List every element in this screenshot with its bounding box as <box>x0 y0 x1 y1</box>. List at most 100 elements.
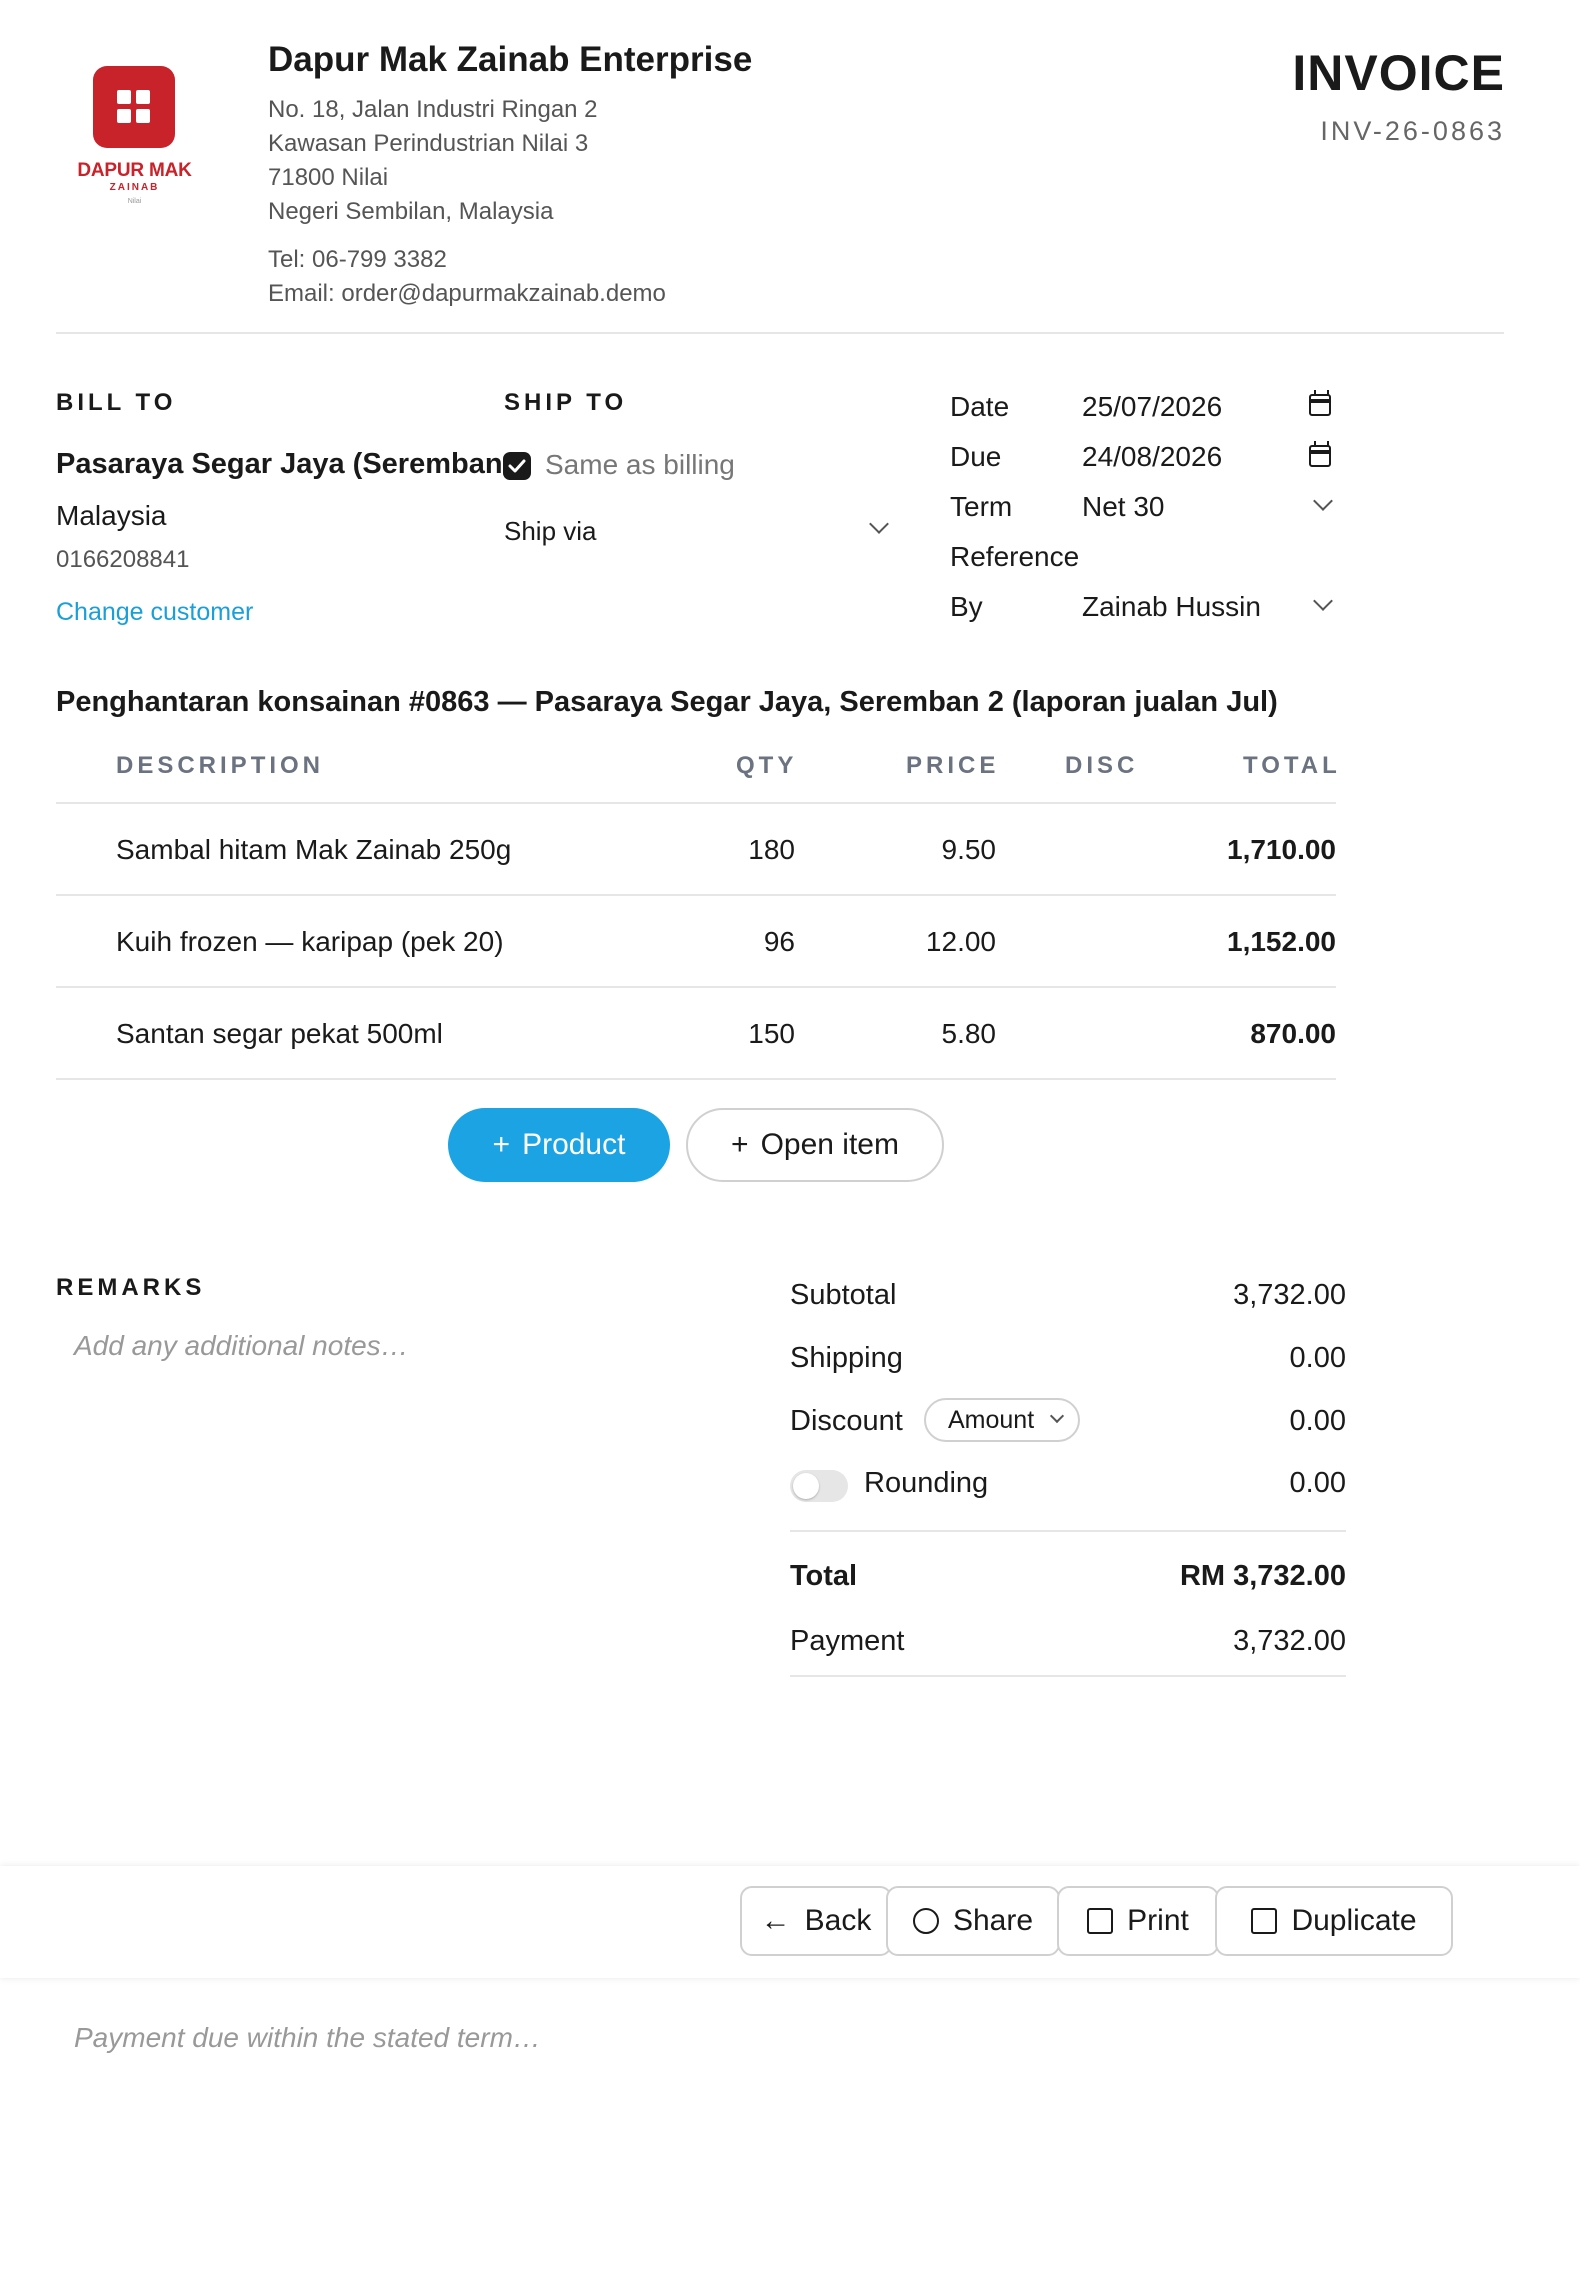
company-logo <box>93 66 175 148</box>
column-header-price: PRICE <box>906 752 1000 779</box>
change-customer-link[interactable]: Change customer <box>56 598 253 627</box>
back-label: Back <box>804 1904 872 1937</box>
by-label: By <box>950 591 983 622</box>
summary-bottom-divider <box>790 1675 1346 1677</box>
bill-to-label: BILL TO <box>56 389 177 416</box>
total-value: RM 3,732.00 <box>1179 1560 1346 1592</box>
item-price: 5.80 <box>941 1018 997 1049</box>
square-icon <box>1087 1908 1114 1934</box>
discount-label: Discount <box>790 1405 903 1437</box>
grid-icon <box>117 90 151 124</box>
duplicate-button[interactable]: Duplicate <box>1215 1886 1453 1956</box>
item-description: Sambal hitam Mak Zainab 250g <box>116 834 512 865</box>
duplicate-label: Duplicate <box>1291 1904 1417 1937</box>
address-line: Kawasan Perindustrian Nilai 3 <box>268 130 589 157</box>
reference-field[interactable] <box>1082 541 1332 575</box>
circle-icon <box>912 1908 939 1934</box>
remarks-input[interactable]: Add any additional notes… <box>74 1330 409 1362</box>
table-divider <box>56 802 1336 804</box>
share-label: Share <box>952 1904 1034 1937</box>
column-header-total: TOTAL <box>1243 752 1341 779</box>
chevron-down-icon <box>869 514 889 534</box>
shipping-value[interactable]: 0.00 <box>1290 1342 1346 1375</box>
logo-subtitle: ZAINAB <box>109 182 160 193</box>
same-as-billing-checkbox[interactable] <box>503 452 531 480</box>
plus-icon: + <box>492 1128 511 1161</box>
row-divider <box>56 986 1336 988</box>
company-tel: Tel: 06-799 3382 <box>268 246 447 273</box>
payment-value[interactable]: 3,732.00 <box>1233 1625 1346 1658</box>
chevron-down-icon <box>1049 1408 1065 1424</box>
share-button[interactable]: Share <box>886 1886 1060 1956</box>
rounding-label: Rounding <box>864 1467 989 1499</box>
checkmark-icon <box>508 459 526 473</box>
invoice-card: DAPUR MAK ZAINAB Nilai Dapur Mak Zainab … <box>0 0 1580 2270</box>
item-total: 1,710.00 <box>1227 834 1336 865</box>
calendar-icon[interactable] <box>1309 441 1331 467</box>
print-label: Print <box>1127 1904 1189 1937</box>
due-label: Due <box>950 441 1002 472</box>
address-line: No. 18, Jalan Industri Ringan 2 <box>268 96 598 123</box>
term-select[interactable]: Net 30 <box>1082 491 1165 523</box>
items-heading: Penghantaran konsainan #0863 — Pasaraya … <box>56 686 1278 718</box>
due-date-field[interactable]: 24/08/2026 <box>1082 441 1222 473</box>
discount-type-select[interactable]: Amount <box>924 1398 1080 1442</box>
toggle-knob <box>793 1473 819 1499</box>
invoice-title: INVOICE <box>1292 45 1505 101</box>
arrow-left-icon: ← <box>760 1904 791 1937</box>
date-label: Date <box>950 391 1010 422</box>
discount-value[interactable]: 0.00 <box>1290 1405 1346 1438</box>
reference-label: Reference <box>950 541 1080 572</box>
ship-via-select[interactable]: Ship via <box>504 516 597 547</box>
square-icon <box>1251 1908 1278 1934</box>
same-as-billing-label: Same as billing <box>545 449 735 480</box>
company-name: Dapur Mak Zainab Enterprise <box>268 40 753 79</box>
column-header-disc: DISC <box>1065 752 1139 779</box>
ship-to-label: SHIP TO <box>504 389 628 416</box>
customer-country: Malaysia <box>56 500 167 531</box>
item-price: 9.50 <box>941 834 997 865</box>
row-divider <box>56 1078 1336 1080</box>
logo-name: DAPUR MAK <box>77 160 192 181</box>
add-open-item-label: Open item <box>760 1128 899 1161</box>
chevron-down-icon <box>1313 491 1333 511</box>
rounding-value: 0.00 <box>1289 1467 1346 1499</box>
item-total: 870.00 <box>1250 1018 1336 1049</box>
plus-icon: + <box>731 1128 749 1161</box>
subtotal-value: 3,732.00 <box>1233 1279 1346 1311</box>
discount-type-value: Amount <box>948 1406 1035 1434</box>
shipping-label: Shipping <box>790 1342 903 1374</box>
company-email: Email: order@dapurmakzainab.demo <box>268 280 666 307</box>
header-divider <box>56 332 1504 334</box>
calendar-icon[interactable] <box>1309 390 1331 416</box>
add-product-label: Product <box>522 1128 626 1161</box>
subtotal-label: Subtotal <box>790 1279 897 1311</box>
print-button[interactable]: Print <box>1057 1886 1219 1956</box>
item-qty: 150 <box>748 1018 795 1049</box>
date-field[interactable]: 25/07/2026 <box>1082 391 1222 423</box>
invoice-number: INV-26-0863 <box>1320 116 1505 146</box>
rounding-toggle[interactable] <box>790 1470 848 1502</box>
chevron-down-icon <box>1313 591 1333 611</box>
total-label: Total <box>790 1560 858 1592</box>
address-line: 71800 Nilai <box>268 164 389 191</box>
item-total: 1,152.00 <box>1227 926 1336 957</box>
customer-phone: 0166208841 <box>56 546 190 573</box>
column-header-description: DESCRIPTION <box>116 752 325 779</box>
summary-divider <box>790 1530 1346 1532</box>
salesperson-select[interactable]: Zainab Hussin <box>1082 591 1261 623</box>
item-qty: 96 <box>763 926 795 957</box>
item-price: 12.00 <box>925 926 996 957</box>
add-open-item-button[interactable]: + Open item <box>686 1108 944 1182</box>
remarks-label: REMARKS <box>56 1274 206 1301</box>
column-header-qty: QTY <box>736 752 798 779</box>
footer-note-input[interactable]: Payment due within the stated term… <box>74 2022 541 2054</box>
payment-label: Payment <box>790 1625 905 1657</box>
add-product-button[interactable]: + Product <box>448 1108 670 1182</box>
item-description: Santan segar pekat 500ml <box>116 1018 443 1049</box>
logo-location: Nilai <box>127 198 142 205</box>
item-description: Kuih frozen — karipap (pek 20) <box>116 926 504 957</box>
address-line: Negeri Sembilan, Malaysia <box>268 198 554 225</box>
item-qty: 180 <box>748 834 795 865</box>
back-button[interactable]: ← Back <box>740 1886 892 1956</box>
